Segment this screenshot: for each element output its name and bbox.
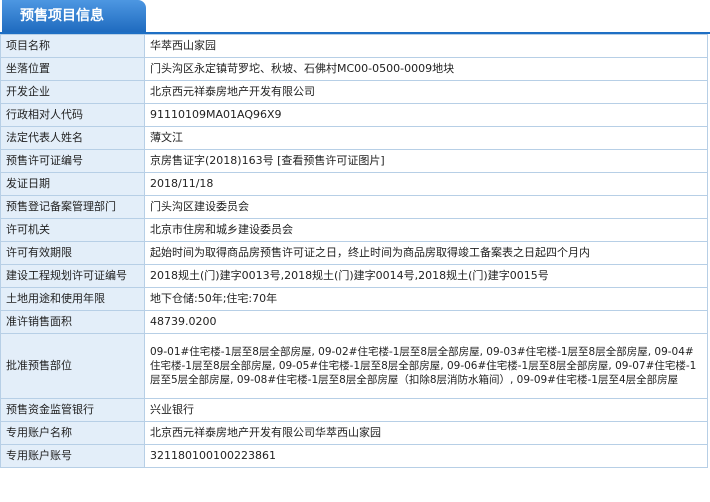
table-row: 批准预售部位 09-01#住宅楼-1层至8层全部房屋, 09-02#住宅楼-1层…	[0, 333, 708, 399]
issue-date-value: 2018/11/18	[144, 172, 708, 196]
field-label: 许可机关	[0, 218, 145, 242]
table-row: 建设工程规划许可证编号 2018规土(门)建字0013号,2018规土(门)建字…	[0, 264, 708, 288]
table-row: 行政相对人代码 91110109MA01AQ96X9	[0, 103, 708, 127]
field-label: 坐落位置	[0, 57, 145, 81]
legal-rep-value: 薄文江	[144, 126, 708, 150]
table-row: 坐落位置 门头沟区永定镇苛罗坨、秋坡、石佛村MC00-0500-0009地块	[0, 57, 708, 81]
presale-info-panel: 预售项目信息 项目名称 华萃西山家园 坐落位置 门头沟区永定镇苛罗坨、秋坡、石佛…	[0, 0, 710, 502]
permit-number-value: 京房售证字(2018)163号	[150, 154, 274, 167]
table-row: 预售资金监管银行 兴业银行	[0, 398, 708, 422]
location-value: 门头沟区永定镇苛罗坨、秋坡、石佛村MC00-0500-0009地块	[144, 57, 708, 81]
field-label: 土地用途和使用年限	[0, 287, 145, 311]
sale-area-value: 48739.0200	[144, 310, 708, 334]
field-label: 许可有效期限	[0, 241, 145, 265]
field-label: 项目名称	[0, 34, 145, 58]
field-label: 行政相对人代码	[0, 103, 145, 127]
table-row: 法定代表人姓名 薄文江	[0, 126, 708, 150]
field-label: 准许销售面积	[0, 310, 145, 334]
field-label: 开发企业	[0, 80, 145, 104]
table-row: 专用账户名称 北京西元祥泰房地产开发有限公司华萃西山家园	[0, 421, 708, 445]
field-label: 建设工程规划许可证编号	[0, 264, 145, 288]
presale-info-table: 项目名称 华萃西山家园 坐落位置 门头沟区永定镇苛罗坨、秋坡、石佛村MC00-0…	[0, 34, 708, 468]
table-row: 预售登记备案管理部门 门头沟区建设委员会	[0, 195, 708, 219]
field-label: 专用账户账号	[0, 444, 145, 468]
project-name-value: 华萃西山家园	[144, 34, 708, 58]
filing-dept-value: 门头沟区建设委员会	[144, 195, 708, 219]
admin-code-value: 91110109MA01AQ96X9	[144, 103, 708, 127]
field-label: 预售许可证编号	[0, 149, 145, 173]
table-row: 专用账户账号 321180100100223861	[0, 444, 708, 468]
tab-presale-info[interactable]: 预售项目信息	[2, 0, 146, 32]
table-row: 发证日期 2018/11/18	[0, 172, 708, 196]
planning-permit-value: 2018规土(门)建字0013号,2018规土(门)建字0014号,2018规土…	[144, 264, 708, 288]
table-row: 准许销售面积 48739.0200	[0, 310, 708, 334]
table-row: 开发企业 北京西元祥泰房地产开发有限公司	[0, 80, 708, 104]
approved-units-value: 09-01#住宅楼-1层至8层全部房屋, 09-02#住宅楼-1层至8层全部房屋…	[144, 333, 708, 399]
field-label: 预售资金监管银行	[0, 398, 145, 422]
field-label: 专用账户名称	[0, 421, 145, 445]
table-row: 项目名称 华萃西山家园	[0, 34, 708, 58]
table-row: 土地用途和使用年限 地下仓储:50年;住宅:70年	[0, 287, 708, 311]
field-label: 预售登记备案管理部门	[0, 195, 145, 219]
table-row: 预售许可证编号 京房售证字(2018)163号 [查看预售许可证图片]	[0, 149, 708, 173]
licensing-authority-value: 北京市住房和城乡建设委员会	[144, 218, 708, 242]
table-row: 许可有效期限 起始时间为取得商品房预售许可证之日，终止时间为商品房取得竣工备案表…	[0, 241, 708, 265]
field-label: 批准预售部位	[0, 333, 145, 399]
field-label: 发证日期	[0, 172, 145, 196]
account-number-value: 321180100100223861	[144, 444, 708, 468]
land-use-value: 地下仓储:50年;住宅:70年	[144, 287, 708, 311]
supervising-bank-value: 兴业银行	[144, 398, 708, 422]
table-row: 许可机关 北京市住房和城乡建设委员会	[0, 218, 708, 242]
developer-value: 北京西元祥泰房地产开发有限公司	[144, 80, 708, 104]
view-permit-image-link[interactable]: [查看预售许可证图片]	[277, 154, 385, 167]
validity-period-value: 起始时间为取得商品房预售许可证之日，终止时间为商品房取得竣工备案表之日起四个月内	[144, 241, 708, 265]
field-label: 法定代表人姓名	[0, 126, 145, 150]
account-name-value: 北京西元祥泰房地产开发有限公司华萃西山家园	[144, 421, 708, 445]
panel-header: 预售项目信息	[0, 0, 710, 34]
permit-number-cell: 京房售证字(2018)163号 [查看预售许可证图片]	[144, 149, 708, 173]
